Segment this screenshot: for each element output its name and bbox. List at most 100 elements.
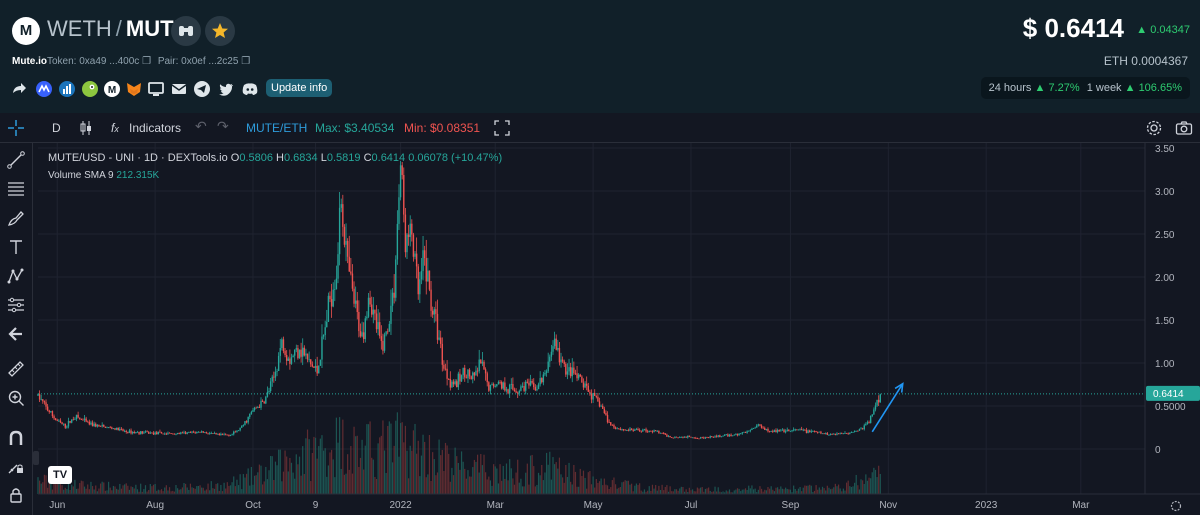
volume-bar	[318, 446, 320, 494]
candle-body	[523, 386, 525, 391]
candle-body	[643, 429, 646, 431]
candle-body	[220, 433, 222, 435]
volume-bar	[526, 463, 528, 494]
candle-body	[435, 309, 437, 314]
candle-body	[351, 273, 354, 289]
volume-bar	[432, 452, 434, 494]
volume-bar	[133, 488, 135, 494]
volume-bar	[441, 449, 443, 494]
volume-bar	[748, 485, 750, 494]
candle-body	[465, 377, 468, 379]
volume-bar	[489, 480, 492, 494]
candle-body	[727, 434, 729, 437]
volume-bar	[412, 430, 415, 494]
candle-body	[648, 430, 650, 432]
volume-bar	[698, 488, 700, 494]
candle-body	[778, 430, 780, 432]
candle-body	[375, 313, 378, 330]
volume-bar	[828, 487, 830, 494]
volume-bar	[440, 455, 442, 494]
volume-bar	[825, 490, 827, 494]
candle-body	[154, 432, 156, 435]
candle-body	[104, 426, 107, 428]
volume-bar	[72, 486, 74, 494]
candle-body	[387, 331, 389, 333]
candle-body	[472, 372, 474, 380]
candle-body	[119, 428, 121, 431]
volume-bar	[120, 488, 123, 494]
candle-body	[515, 391, 517, 393]
volume-bar	[834, 483, 836, 494]
price-chart[interactable]: 3.50 3.00 2.50 2.00 1.50 1.00 0.5000 0 Jun Aug Oc…	[0, 0, 1200, 515]
volume-bar	[119, 483, 121, 494]
candle-body	[354, 300, 357, 304]
volume-bar	[215, 483, 217, 494]
candle-body	[664, 433, 666, 435]
volume-bar	[438, 439, 440, 494]
volume-bar	[282, 471, 285, 494]
candle-body	[481, 361, 484, 364]
volume-bar	[411, 450, 413, 494]
volume-bar	[857, 485, 859, 494]
volume-bar	[793, 485, 795, 494]
chart-grid	[38, 143, 1145, 494]
volume-bar	[364, 445, 366, 494]
volume-bar	[536, 484, 538, 494]
volume-bar	[356, 435, 358, 494]
candle-body	[850, 432, 853, 434]
volume-bar	[863, 483, 865, 494]
candle-body	[69, 420, 71, 423]
candle-body	[311, 364, 314, 367]
candle-body	[46, 406, 49, 411]
volume-bar	[733, 490, 735, 494]
candle-body	[207, 433, 209, 435]
candle-body	[792, 429, 795, 431]
volume-bar	[310, 481, 312, 494]
candle-body	[90, 422, 92, 425]
volume-bar	[95, 485, 97, 494]
time-axis: Jun Aug Oct 9 2022 Mar May Jul Sep Nov 2023 Mar	[38, 493, 1200, 511]
volume-bar	[581, 475, 583, 494]
volume-bar	[862, 480, 864, 494]
volume-bar	[220, 484, 222, 494]
candle-body	[545, 371, 548, 373]
candle-body	[423, 250, 426, 259]
volume-bar	[749, 488, 751, 494]
volume-bar	[294, 478, 296, 494]
candle-body	[805, 430, 808, 434]
candle-body	[277, 355, 280, 371]
volume-bar	[231, 482, 233, 494]
candle-body	[616, 428, 618, 430]
candle-body	[558, 347, 561, 363]
volume-bar	[350, 446, 352, 494]
candle-body	[234, 431, 237, 433]
candle-body	[342, 204, 344, 227]
candle-body	[255, 407, 257, 409]
candle-body	[707, 437, 710, 439]
volume-bar	[189, 483, 192, 494]
candle-body	[136, 431, 139, 433]
candle-body	[869, 415, 872, 424]
volume-bar	[191, 487, 193, 494]
volume-bar	[592, 476, 594, 494]
volume-bar	[308, 439, 310, 494]
candle-body	[213, 433, 216, 434]
candle-body	[398, 197, 400, 224]
volume-bar	[518, 482, 520, 494]
candle-body	[504, 382, 506, 391]
volume-bar	[586, 488, 588, 494]
candle-body	[675, 436, 678, 438]
volume-bar	[93, 489, 95, 494]
candle-body	[313, 366, 315, 368]
volume-bar	[377, 443, 379, 494]
volume-bar	[270, 455, 272, 494]
candle-body	[95, 423, 97, 427]
volume-bar	[465, 478, 467, 494]
volume-bar	[403, 442, 405, 494]
candle-body	[452, 381, 455, 385]
volume-bar	[63, 489, 65, 494]
volume-bar	[582, 470, 585, 494]
volume-bar	[574, 471, 577, 494]
candle-body	[241, 425, 243, 428]
candle-body	[205, 432, 208, 434]
